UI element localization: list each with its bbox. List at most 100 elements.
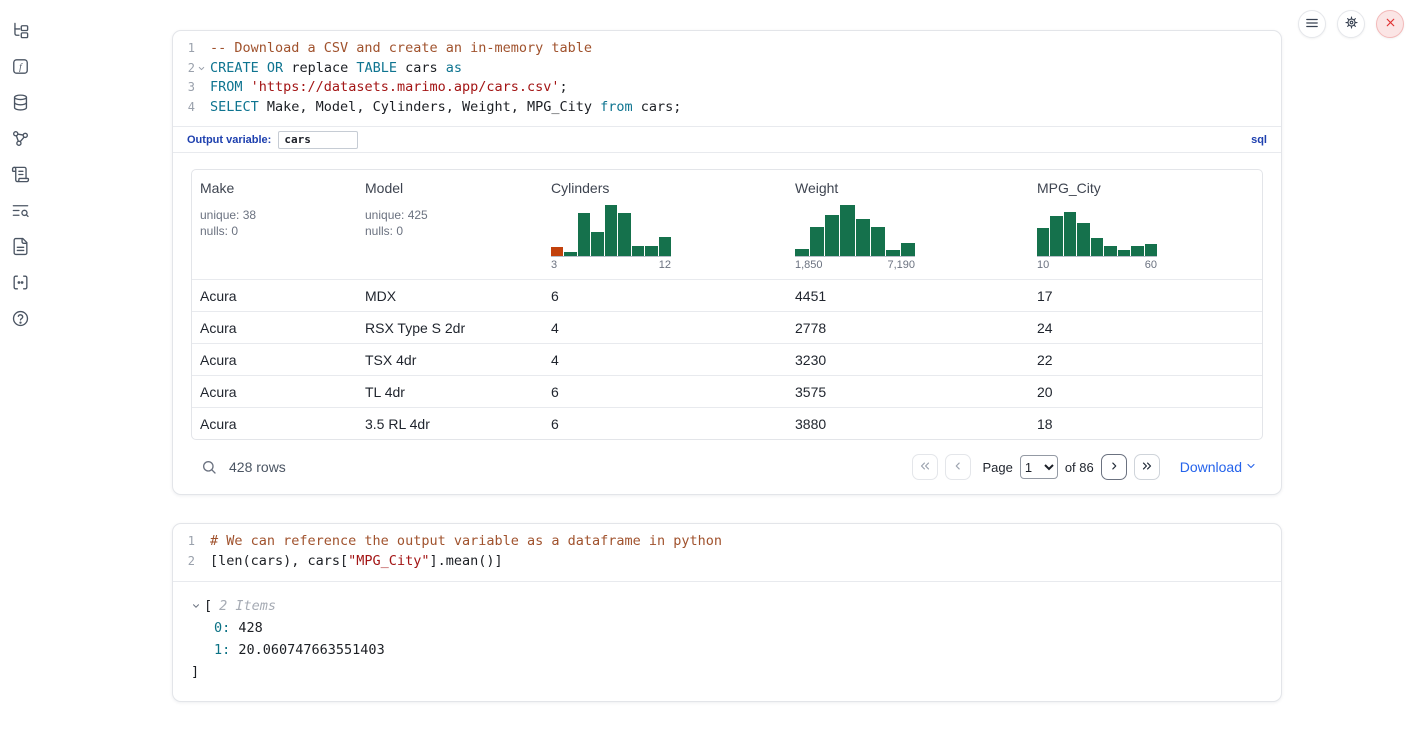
gear-icon [1344,15,1359,33]
column-label: Model [365,180,535,196]
histogram-mpg_city: 1060 [1037,205,1157,271]
download-label: Download [1180,459,1242,475]
code-text: -- Download a CSV and create an in-memor… [208,39,592,59]
code-line[interactable]: 2 CREATE OR replace TABLE cars as [173,59,1281,79]
table-body: AcuraMDX6445117AcuraRSX Type S 2dr427782… [192,279,1262,439]
gutter-spacer [195,39,208,59]
pagination: Page 1 of 86 [912,454,1159,480]
sidebar-logs-button[interactable] [10,166,30,186]
table-header: Makeunique: 38nulls: 0Modelunique: 425nu… [192,170,1262,279]
table-cell: TSX 4dr [357,344,543,375]
code-text: [len(cars), cars["MPG_City"].mean()] [208,552,503,572]
first-page-button[interactable] [912,454,938,480]
column-label: MPG_City [1037,180,1254,196]
sidebar-documentation-button[interactable] [10,238,30,258]
help-icon [11,309,30,331]
table-row[interactable]: AcuraMDX6445117 [192,279,1262,311]
table-cell: 3880 [787,408,1029,439]
sql-code-editor[interactable]: 1-- Download a CSV and create an in-memo… [173,31,1281,126]
sidebar-function-button[interactable]: f [10,58,30,78]
chevrons-right-icon [1140,459,1154,476]
svg-text:f: f [19,62,23,73]
table-cell: 6 [543,280,787,311]
sql-cell: 1 -- Download a CSV and create an in-memo… [172,30,1282,495]
table-cell: TL 4dr [357,376,543,407]
tree-item: 1: 20.060747663551403 [191,639,1263,661]
sidebar-snippets-button[interactable] [10,274,30,294]
database-icon [11,93,30,115]
table-cell: 17 [1029,280,1262,311]
table-cell: Acura [192,408,357,439]
last-page-button[interactable] [1134,454,1160,480]
code-line[interactable]: 2[len(cars), cars["MPG_City"].mean()] [173,552,1281,572]
column-header-model[interactable]: Modelunique: 425nulls: 0 [357,170,543,279]
table-cell: 3575 [787,376,1029,407]
sidebar-database-button[interactable] [10,94,30,114]
page-total: of 86 [1065,460,1094,475]
code-text: CREATE OR replace TABLE cars as [208,59,462,79]
table-cell: 22 [1029,344,1262,375]
column-header-cylinders[interactable]: Cylinders 312 [543,170,787,279]
prev-page-button[interactable] [945,454,971,480]
row-count: 428 rows [229,459,286,475]
table-row[interactable]: AcuraRSX Type S 2dr4277824 [192,311,1262,343]
chevron-down-icon [1245,459,1257,475]
close-button[interactable] [1376,10,1404,38]
sidebar-file-tree-button[interactable] [10,22,30,42]
column-label: Weight [795,180,1021,196]
page-label: Page [982,460,1012,475]
table-cell: 2778 [787,312,1029,343]
table-cell: Acura [192,376,357,407]
menu-button[interactable] [1298,10,1326,38]
table-row[interactable]: AcuraTSX 4dr4323022 [192,343,1262,375]
column-header-make[interactable]: Makeunique: 38nulls: 0 [192,170,357,279]
column-header-weight[interactable]: Weight1,8507,190 [787,170,1029,279]
sidebar-dependency-graph-button[interactable] [10,130,30,150]
next-page-button[interactable] [1101,454,1127,480]
column-header-mpg_city[interactable]: MPG_City 1060 [1029,170,1262,279]
line-number: 2 [173,59,195,79]
table-cell: 6 [543,376,787,407]
chevron-left-icon [951,459,965,476]
line-number: 1 [173,532,195,552]
sidebar-table-search-button[interactable] [10,202,30,222]
table-cell: 4 [543,312,787,343]
output-variable-input[interactable] [278,131,358,149]
output-tree: [ 2 Items 0: 4281: 20.060747663551403 ] [173,582,1281,701]
tree-item: 0: 428 [191,617,1263,639]
column-label: Make [200,180,349,196]
table-row[interactable]: Acura3.5 RL 4dr6388018 [192,407,1262,439]
dependency-graph-icon [11,129,30,151]
search-icon[interactable] [201,459,217,475]
histogram-cylinders: 312 [551,205,671,271]
menu-icon [1305,16,1319,33]
line-number: 4 [173,98,195,118]
gutter-spacer [195,552,208,572]
table-search-icon [11,201,30,223]
code-line[interactable]: 1-- Download a CSV and create an in-memo… [173,39,1281,59]
cell-meta-row: Output variable: sql [173,126,1281,153]
fold-icon[interactable] [195,59,208,79]
settings-button[interactable] [1337,10,1365,38]
output-variable-label: Output variable: [187,134,271,146]
chevron-down-icon[interactable] [191,601,201,611]
page-select[interactable]: 1 [1020,455,1058,479]
code-line[interactable]: 4SELECT Make, Model, Cylinders, Weight, … [173,98,1281,118]
python-code-editor[interactable]: 1 # We can reference the output variable … [173,524,1281,581]
code-line[interactable]: 1 # We can reference the output variable … [173,532,1281,552]
code-line[interactable]: 3FROM 'https://datasets.marimo.app/cars.… [173,78,1281,98]
table-cell: 3230 [787,344,1029,375]
tree-root[interactable]: [ 2 Items [191,595,1263,617]
data-table: Makeunique: 38nulls: 0Modelunique: 425nu… [191,169,1263,440]
column-label: Cylinders [551,180,779,196]
snippets-icon [11,273,30,295]
sidebar-help-button[interactable] [10,310,30,330]
table-row[interactable]: AcuraTL 4dr6357520 [192,375,1262,407]
table-footer: 428 rows Page 1 of 86 [191,453,1263,481]
table-cell: 24 [1029,312,1262,343]
code-text: # We can reference the output variable a… [208,532,722,552]
language-badge[interactable]: sql [1251,134,1267,146]
python-cell: 1 # We can reference the output variable … [172,523,1282,701]
download-button[interactable]: Download [1180,459,1257,475]
left-icon-rail: f [10,22,30,330]
